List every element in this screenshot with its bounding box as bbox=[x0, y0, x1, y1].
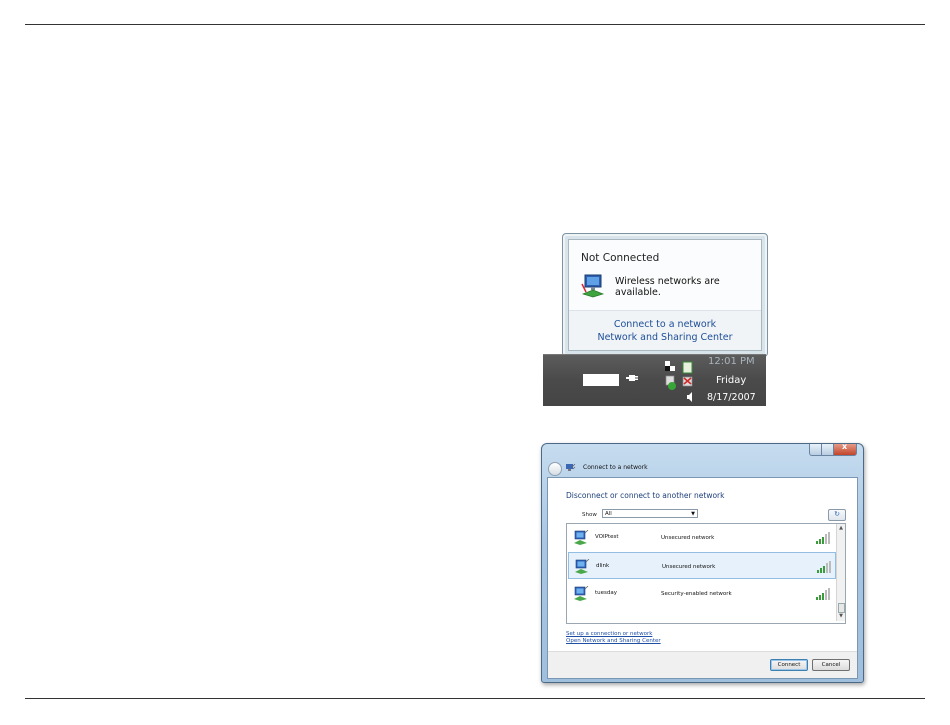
network-type: Unsecured network bbox=[661, 535, 715, 541]
balloon-body: Not Connected Wireless networks are avai… bbox=[568, 239, 762, 351]
cancel-button[interactable]: Cancel bbox=[812, 659, 850, 671]
network-name: dlink bbox=[596, 563, 610, 569]
open-sharing-center-link[interactable]: Open Network and Sharing Center bbox=[566, 638, 661, 644]
scroll-down-icon[interactable]: ▼ bbox=[838, 613, 844, 620]
back-button[interactable] bbox=[548, 462, 562, 476]
notification-balloon: Not Connected Wireless networks are avai… bbox=[562, 233, 768, 357]
power-plug-icon[interactable] bbox=[626, 371, 640, 385]
window-content: Disconnect or connect to another network… bbox=[547, 477, 858, 679]
show-filter-select[interactable]: All ▼ bbox=[602, 509, 698, 518]
show-label: Show bbox=[582, 512, 597, 518]
network-row[interactable]: VOIPtest Unsecured network bbox=[568, 524, 836, 551]
network-list-scrollbar[interactable]: ▲ ▼ bbox=[836, 524, 845, 621]
network-sharing-center-link[interactable]: Network and Sharing Center bbox=[569, 332, 761, 343]
wireless-network-icon bbox=[574, 530, 589, 545]
network-list: VOIPtest Unsecured network dlink Unsecur… bbox=[566, 523, 846, 624]
connect-button[interactable]: Connect bbox=[770, 659, 808, 671]
tray-date[interactable]: 8/17/2007 bbox=[707, 392, 756, 403]
signal-strength-icon bbox=[816, 532, 830, 544]
signal-strength-icon bbox=[816, 588, 830, 600]
minimize-button[interactable] bbox=[809, 444, 822, 456]
network-row[interactable]: tuesday Security-enabled network bbox=[568, 580, 836, 607]
signal-strength-icon bbox=[817, 561, 831, 573]
window-title: Connect to a network bbox=[583, 464, 648, 471]
tray-blank-area bbox=[583, 374, 619, 386]
page-bottom-rule bbox=[25, 698, 925, 699]
balloon-message: Wireless networks are available. bbox=[615, 276, 720, 298]
balloon-title: Not Connected bbox=[581, 252, 660, 264]
show-filter-value: All bbox=[605, 511, 612, 517]
taskbar-tray: 12:01 PM Friday 8/17/2007 bbox=[543, 354, 766, 406]
speaker-icon[interactable] bbox=[687, 392, 693, 402]
network-name: VOIPtest bbox=[595, 534, 619, 540]
scrollbar-thumb[interactable] bbox=[838, 603, 845, 613]
page-top-rule bbox=[25, 24, 925, 25]
network-icon bbox=[566, 463, 576, 471]
scroll-up-icon[interactable]: ▲ bbox=[838, 525, 844, 532]
refresh-button[interactable]: ↻ bbox=[828, 509, 846, 521]
tray-icons[interactable] bbox=[663, 359, 699, 403]
wireless-network-icon bbox=[574, 586, 589, 601]
connect-to-network-link[interactable]: Connect to a network bbox=[569, 319, 761, 330]
setup-connection-link[interactable]: Set up a connection or network bbox=[566, 631, 652, 637]
wireless-network-icon bbox=[575, 559, 590, 574]
tray-time[interactable]: 12:01 PM bbox=[708, 356, 755, 367]
balloon-footer: Connect to a network Network and Sharing… bbox=[569, 311, 761, 350]
chevron-down-icon: ▼ bbox=[691, 511, 695, 517]
network-type: Unsecured network bbox=[662, 564, 716, 570]
page-heading: Disconnect or connect to another network bbox=[566, 491, 725, 500]
tray-day[interactable]: Friday bbox=[716, 375, 746, 386]
close-button[interactable] bbox=[834, 442, 857, 456]
connect-to-network-window: Connect to a network Disconnect or conne… bbox=[541, 442, 864, 683]
network-row[interactable]: dlink Unsecured network bbox=[568, 552, 836, 579]
dialog-button-bar: Connect Cancel bbox=[548, 651, 857, 678]
window-controls bbox=[809, 442, 857, 456]
refresh-icon: ↻ bbox=[834, 510, 840, 518]
maximize-button[interactable] bbox=[822, 444, 834, 456]
network-type: Security-enabled network bbox=[661, 591, 732, 597]
network-name: tuesday bbox=[595, 590, 618, 596]
network-icon bbox=[581, 274, 605, 298]
